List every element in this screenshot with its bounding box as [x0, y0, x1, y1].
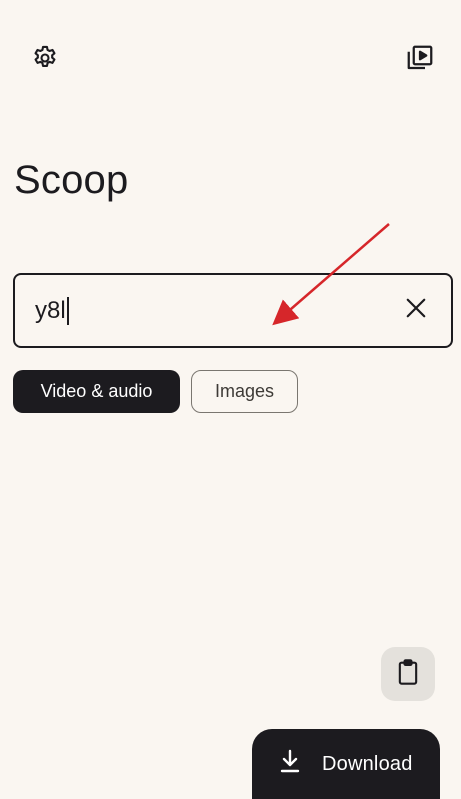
close-icon: [405, 297, 427, 324]
paste-clipboard-button[interactable]: [381, 647, 435, 701]
download-label: Download: [322, 752, 413, 775]
url-input-field[interactable]: y8l: [13, 273, 453, 348]
url-input-value: y8l: [35, 296, 66, 324]
download-icon: [278, 748, 302, 780]
url-input[interactable]: y8l: [35, 275, 395, 346]
video-library-button[interactable]: [396, 36, 444, 84]
text-cursor: [66, 296, 69, 325]
settings-button[interactable]: [21, 36, 69, 84]
app-screen: Scoop y8l Video & audio Images Download: [0, 0, 461, 799]
clipboard-icon: [394, 658, 422, 691]
chip-video-audio[interactable]: Video & audio: [13, 370, 180, 413]
download-button[interactable]: Download: [252, 729, 440, 799]
download-type-chips: Video & audio Images: [13, 370, 298, 413]
chip-images[interactable]: Images: [191, 370, 298, 413]
gear-icon: [31, 44, 59, 77]
app-title: Scoop: [14, 158, 129, 202]
video-library-icon: [405, 43, 435, 78]
clear-input-button[interactable]: [393, 287, 439, 333]
